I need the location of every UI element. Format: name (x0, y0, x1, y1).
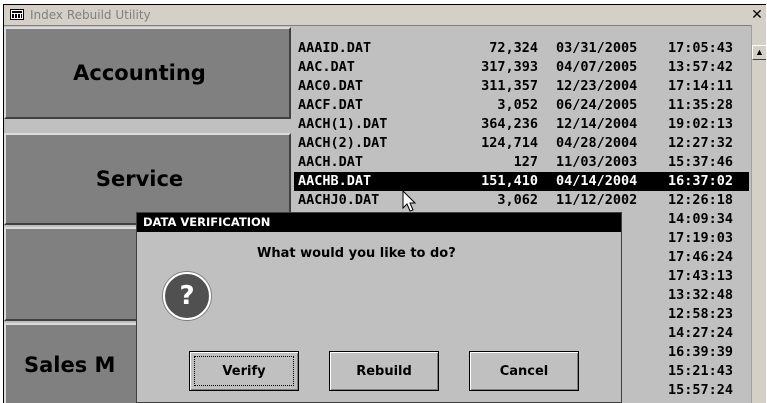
title-bar: Index Rebuild Utility ✕ (4, 5, 766, 26)
question-icon: ? (163, 272, 211, 320)
file-row[interactable]: AACH(1).DAT 364,236 12/14/2004 19:02:13 (294, 115, 749, 134)
file-time: 15:21:43 (668, 363, 734, 379)
file-time: 12:58:23 (668, 306, 734, 322)
file-row[interactable]: AAC0.DAT 311,357 12/23/2004 17:14:11 (294, 77, 749, 96)
file-time: 12:27:32 (668, 135, 734, 151)
file-time: 16:37:02 (668, 173, 734, 189)
file-row[interactable]: AACHB.DAT 151,410 04/14/2004 16:37:02 (294, 172, 749, 191)
file-time: 17:05:43 (668, 40, 734, 56)
accounting-button[interactable]: Accounting (4, 27, 291, 119)
dialog-title-bar: DATA VERIFICATION (137, 213, 621, 232)
dialog-body: ? What would you like to do? Verify Rebu… (137, 232, 621, 402)
file-time: 16:39:39 (668, 344, 734, 360)
file-name: AACHB.DAT (298, 173, 372, 189)
file-time: 14:27:24 (668, 325, 734, 341)
file-date: 11/12/2002 (556, 192, 638, 208)
file-size: 364,236 (481, 116, 538, 132)
file-time: 13:57:42 (668, 59, 734, 75)
file-row[interactable]: AACH(2).DAT 124,714 04/28/2004 12:27:32 (294, 134, 749, 153)
file-time: 17:14:11 (668, 78, 734, 94)
file-row[interactable]: AAAID.DAT 72,324 03/31/2005 17:05:43 (294, 39, 749, 58)
file-time: 15:57:24 (668, 382, 734, 398)
nav-separator (4, 119, 291, 133)
file-size: 3,062 (497, 192, 538, 208)
file-row[interactable]: AAC.DAT 317,393 04/07/2005 13:57:42 (294, 58, 749, 77)
file-name: AAAID.DAT (298, 40, 372, 56)
mouse-pointer-icon (402, 190, 417, 212)
file-date: 04/14/2004 (556, 173, 638, 189)
rebuild-button[interactable]: Rebuild (329, 351, 439, 391)
file-time: 19:02:13 (668, 116, 734, 132)
file-date: 11/03/2003 (556, 154, 638, 170)
verify-button[interactable]: Verify (189, 351, 299, 391)
file-name: AACHJ0.DAT (298, 192, 380, 208)
file-time: 15:37:46 (668, 154, 734, 170)
file-row[interactable]: AACH.DAT 127 11/03/2003 15:37:46 (294, 153, 749, 172)
file-name: AACH.DAT (298, 154, 364, 170)
cancel-button[interactable]: Cancel (469, 351, 579, 391)
file-size: 317,393 (481, 59, 538, 75)
database-table-icon (10, 9, 24, 20)
file-size: 311,357 (481, 78, 538, 94)
file-time: 17:43:13 (668, 268, 734, 284)
file-date: 12/23/2004 (556, 78, 638, 94)
scroll-up-icon[interactable]: ▲ (752, 45, 766, 60)
dialog-title: DATA VERIFICATION (143, 215, 271, 229)
sales-label: Sales M (24, 353, 116, 377)
accounting-label: Accounting (73, 61, 206, 85)
file-row[interactable]: AACF.DAT 3,052 06/24/2005 11:35:28 (294, 96, 749, 115)
service-label: Service (95, 167, 184, 191)
file-size: 124,714 (481, 135, 538, 151)
file-name: AACH(1).DAT (298, 116, 388, 132)
file-time: 17:19:03 (668, 230, 734, 246)
file-name: AAC0.DAT (298, 78, 364, 94)
file-time: 17:46:24 (668, 249, 734, 265)
file-size: 72,324 (489, 40, 538, 56)
file-name: AAC.DAT (298, 59, 355, 75)
close-icon[interactable]: ✕ (750, 7, 764, 23)
file-date: 06/24/2005 (556, 97, 638, 113)
file-row[interactable]: AACHJ0.DAT 3,062 11/12/2002 12:26:18 (294, 191, 749, 210)
file-date: 04/07/2005 (556, 59, 638, 75)
file-date: 12/14/2004 (556, 116, 638, 132)
file-date: 04/28/2004 (556, 135, 638, 151)
file-name: AACF.DAT (298, 97, 364, 113)
file-time: 13:32:48 (668, 287, 734, 303)
window-title: Index Rebuild Utility (30, 8, 151, 22)
file-name: AACH(2).DAT (298, 135, 388, 151)
vertical-scrollbar[interactable]: ▲ (751, 25, 766, 403)
file-time: 12:26:18 (668, 192, 734, 208)
file-size: 151,410 (481, 173, 538, 189)
file-time: 14:09:34 (668, 211, 734, 227)
file-size: 127 (513, 154, 538, 170)
file-size: 3,052 (497, 97, 538, 113)
file-time: 11:35:28 (668, 97, 734, 113)
dialog-message: What would you like to do? (257, 246, 456, 261)
data-verification-dialog: DATA VERIFICATION ? What would you like … (136, 212, 622, 403)
file-date: 03/31/2005 (556, 40, 638, 56)
